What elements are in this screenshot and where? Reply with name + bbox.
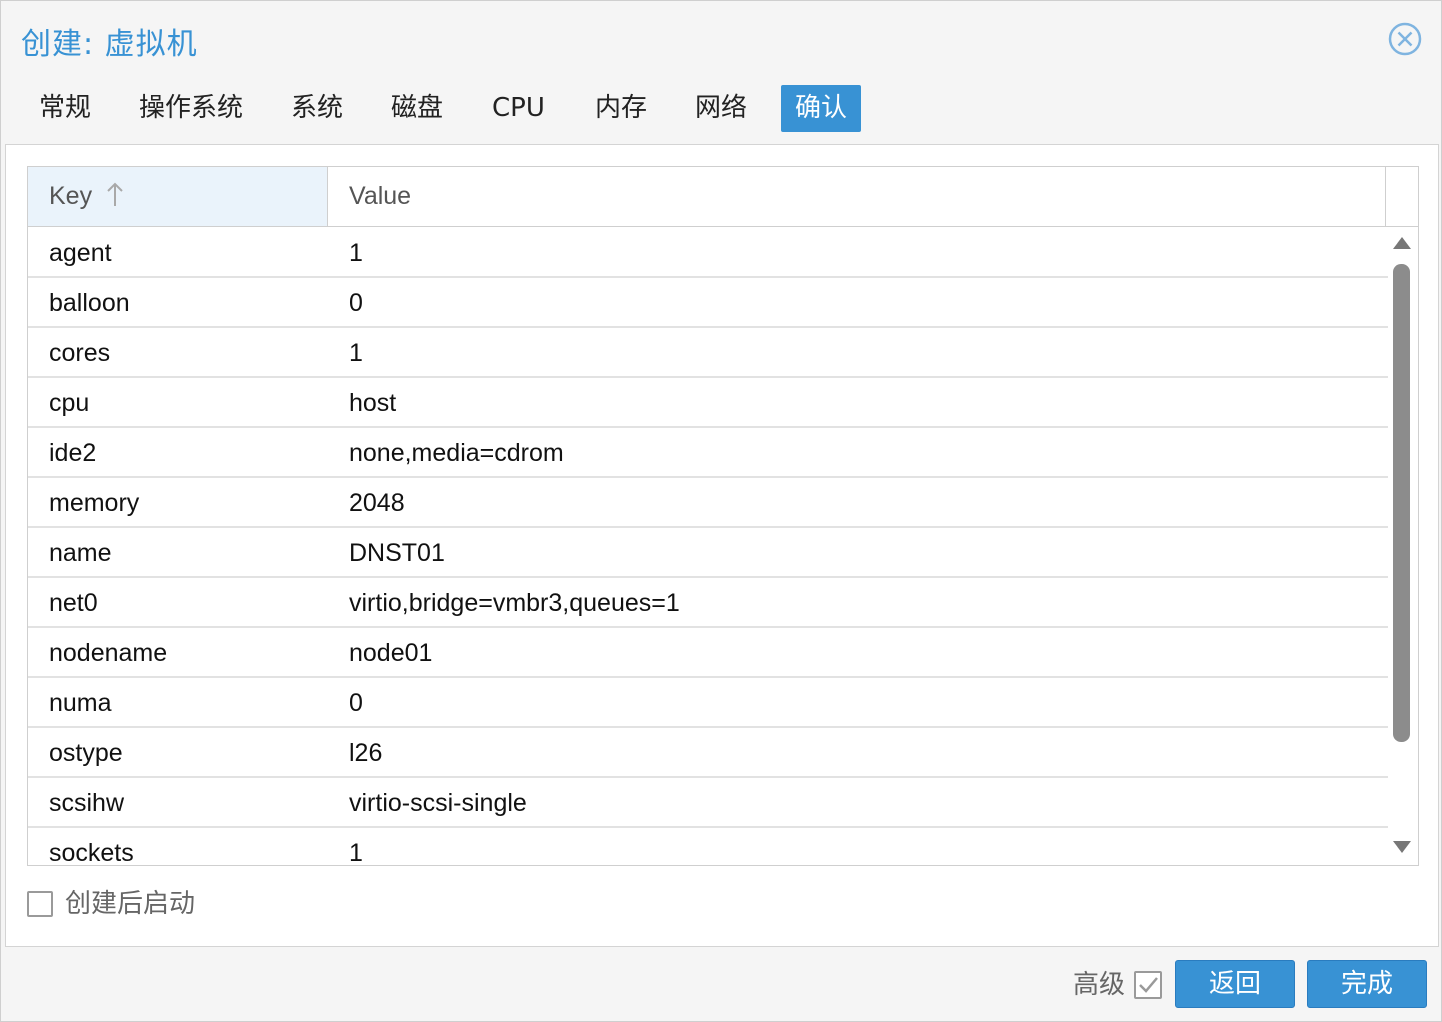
row-value: l26: [349, 739, 383, 767]
table-row[interactable]: ide2 none,media=cdrom: [28, 428, 1388, 478]
tab-system[interactable]: 系统: [277, 85, 357, 132]
scroll-down-arrow-icon[interactable]: [1393, 840, 1411, 858]
row-value: DNST01: [349, 539, 445, 567]
row-value: 2048: [349, 489, 405, 517]
dialog-title: 创建: 虚拟机: [21, 27, 198, 62]
close-icon[interactable]: [1387, 21, 1423, 57]
table-row[interactable]: net0 virtio,bridge=vmbr3,queues=1: [28, 578, 1388, 628]
row-value: virtio-scsi-single: [349, 789, 527, 817]
advanced-checkbox[interactable]: [1134, 971, 1162, 999]
sort-up-arrow-icon: [107, 170, 123, 229]
start-after-create-label: 创建后启动: [65, 889, 196, 919]
table-row[interactable]: agent 1: [28, 228, 1388, 278]
row-key: cpu: [49, 389, 90, 417]
column-header-key[interactable]: Key: [28, 167, 328, 226]
row-value: 1: [349, 339, 363, 367]
table-row[interactable]: nodename node01: [28, 628, 1388, 678]
row-key: numa: [49, 689, 112, 717]
tab-cpu[interactable]: CPU: [478, 85, 559, 132]
row-value: 0: [349, 289, 363, 317]
row-key: cores: [49, 339, 111, 367]
grid-rows: agent 1 balloon 0 cores 1 cpu host ide2 none,…: [28, 228, 1388, 866]
table-row[interactable]: name DNST01: [28, 528, 1388, 578]
row-value: 0: [349, 689, 363, 717]
row-value: node01: [349, 639, 433, 667]
create-vm-dialog: 创建: 虚拟机 常规 操作系统 系统 磁盘 CPU 内存 网络 确认 Key V…: [0, 0, 1442, 1022]
row-key: nodename: [49, 639, 168, 667]
row-key: ide2: [49, 439, 97, 467]
back-button[interactable]: 返回: [1175, 960, 1295, 1008]
tab-network[interactable]: 网络: [681, 85, 761, 132]
table-row[interactable]: balloon 0: [28, 278, 1388, 328]
row-key: sockets: [49, 839, 134, 866]
finish-button[interactable]: 完成: [1307, 960, 1427, 1008]
tab-os[interactable]: 操作系统: [125, 85, 257, 132]
dialog-footer: 高级 返回 完成: [1, 947, 1441, 1021]
table-row[interactable]: numa 0: [28, 678, 1388, 728]
grid-scrollbar[interactable]: [1388, 228, 1418, 865]
table-row[interactable]: cores 1: [28, 328, 1388, 378]
summary-grid: Key Value agent 1 balloon 0 cores 1 cpu host…: [27, 166, 1419, 866]
tab-confirm[interactable]: 确认: [781, 85, 861, 132]
table-row[interactable]: scsihw virtio-scsi-single: [28, 778, 1388, 828]
tab-general[interactable]: 常规: [25, 85, 105, 132]
column-header-value[interactable]: Value: [328, 167, 1386, 226]
row-key: name: [49, 539, 112, 567]
table-row[interactable]: sockets 1: [28, 828, 1388, 866]
dialog-titlebar: 创建: 虚拟机: [1, 1, 1441, 77]
column-header-key-label: Key: [49, 182, 93, 210]
row-key: memory: [49, 489, 140, 517]
row-key: net0: [49, 589, 98, 617]
confirm-panel: Key Value agent 1 balloon 0 cores 1 cpu host…: [5, 144, 1439, 947]
advanced-label: 高级: [1073, 970, 1126, 1000]
tab-memory[interactable]: 内存: [581, 85, 661, 132]
row-key: agent: [49, 239, 112, 267]
scrollbar-thumb[interactable]: [1393, 264, 1410, 742]
grid-header: Key Value: [28, 167, 1418, 227]
table-row[interactable]: ostype l26: [28, 728, 1388, 778]
table-row[interactable]: cpu host: [28, 378, 1388, 428]
scroll-up-arrow-icon[interactable]: [1393, 236, 1411, 254]
tab-disk[interactable]: 磁盘: [377, 85, 457, 132]
row-key: scsihw: [49, 789, 125, 817]
row-key: ostype: [49, 739, 123, 767]
row-value: 1: [349, 239, 363, 267]
checkmark-icon: [1139, 977, 1158, 993]
row-key: balloon: [49, 289, 130, 317]
checkbox-unchecked-icon[interactable]: [27, 891, 53, 917]
row-value: host: [349, 389, 397, 417]
row-value: 1: [349, 839, 363, 866]
table-row[interactable]: memory 2048: [28, 478, 1388, 528]
row-value: virtio,bridge=vmbr3,queues=1: [349, 589, 680, 617]
row-value: none,media=cdrom: [349, 439, 564, 467]
